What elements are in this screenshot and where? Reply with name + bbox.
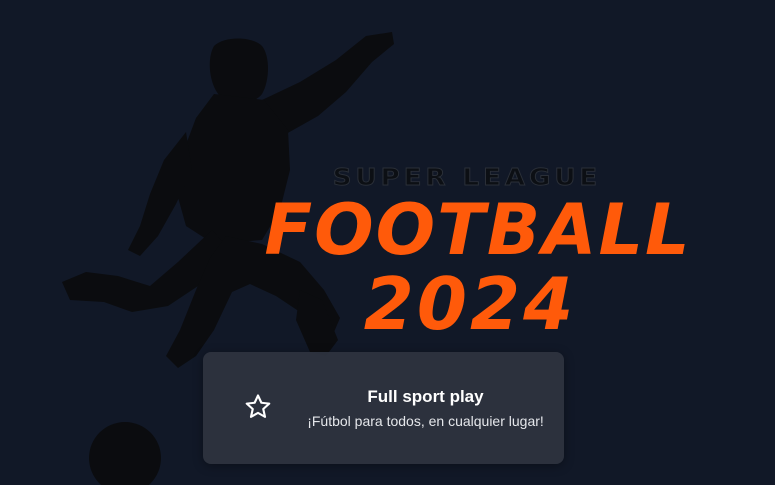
brand-year: 2024 — [363, 262, 577, 346]
brand-super-league: SUPER LEAGUE — [332, 164, 602, 192]
feature-card[interactable]: Full sport play ¡Fútbol para todos, en c… — [203, 352, 564, 464]
feature-card-subtitle: ¡Fútbol para todos, en cualquier lugar! — [307, 413, 544, 429]
star-outline-icon — [245, 394, 271, 418]
brand-football-title: FOOTBALL — [264, 189, 692, 271]
app-screen: SUPER LEAGUE FOOTBALL 2024 Full sport pl… — [0, 0, 775, 485]
feature-card-title: Full sport play — [367, 387, 484, 406]
